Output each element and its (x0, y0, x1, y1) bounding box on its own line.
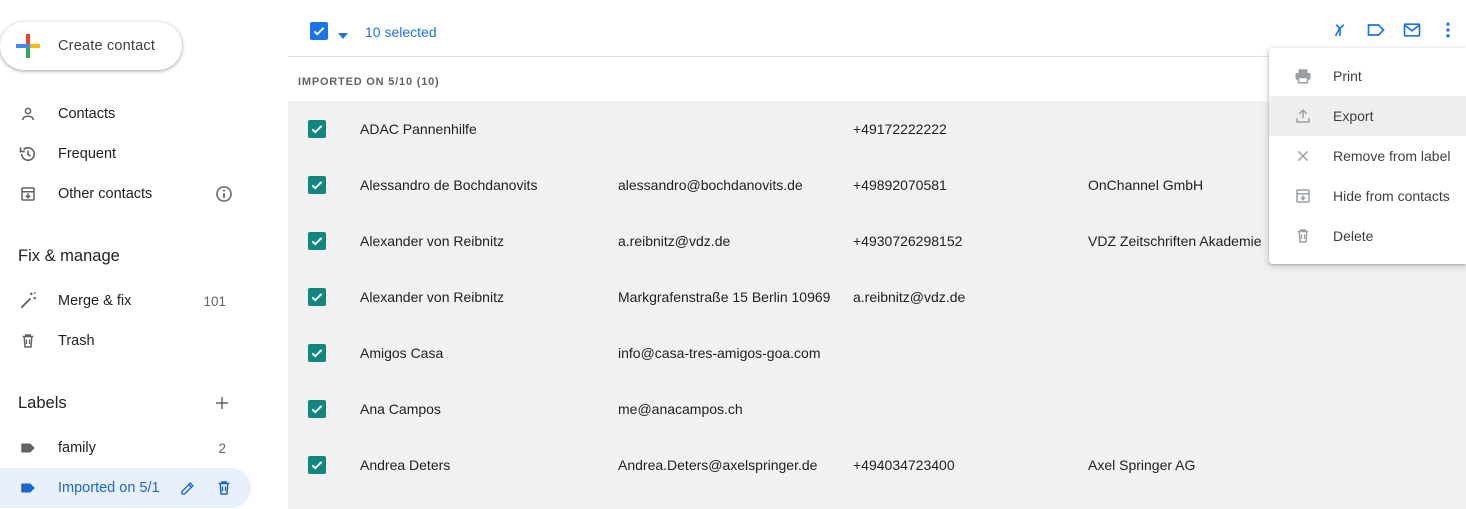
menu-item-label: Export (1333, 108, 1374, 124)
upload-icon (1293, 106, 1313, 126)
contact-company: VDZ Zeitschriften Akademie (1088, 233, 1262, 249)
nav-item-label: Frequent (58, 146, 117, 162)
menu-item-hide-from-contacts[interactable]: Hide from contacts (1269, 176, 1466, 216)
contact-email: alessandro@bochdanovits.de (618, 177, 803, 193)
row-checkbox[interactable] (308, 176, 326, 194)
add-label-button[interactable] (210, 391, 234, 415)
contact-company: OnChannel GmbH (1088, 177, 1204, 193)
magic-wand-icon (18, 291, 38, 311)
contact-name: Alexander von Reibnitz (360, 289, 504, 305)
contact-name: ADAC Pannenhilfe (360, 121, 477, 137)
label-count-badge: 2 (218, 440, 226, 456)
row-checkbox[interactable] (308, 400, 326, 418)
checkmark-icon (311, 237, 323, 246)
table-row[interactable]: Alexander von Reibnitz Markgrafenstraße … (288, 269, 1466, 325)
checkmark-icon (311, 181, 323, 190)
row-checkbox[interactable] (308, 288, 326, 306)
label-icon (18, 438, 38, 458)
history-icon (18, 144, 38, 164)
create-contact-label: Create contact (58, 38, 156, 54)
contact-phone: +494034723400 (853, 457, 955, 473)
checkmark-icon (311, 461, 323, 470)
label-item-imported[interactable]: Imported on 5/1 (0, 468, 251, 508)
print-icon (1293, 66, 1313, 86)
row-checkbox[interactable] (308, 344, 326, 362)
contact-name: Amigos Casa (360, 345, 444, 361)
labels-heading: Labels (18, 394, 67, 412)
label-item-family[interactable]: family 2 (0, 428, 250, 468)
group-heading: IMPORTED ON 5/10 (10) (298, 76, 440, 88)
edit-icon[interactable] (176, 476, 200, 500)
close-icon (1293, 146, 1313, 166)
row-checkbox[interactable] (308, 232, 326, 250)
checkmark-icon (311, 125, 323, 134)
checkmark-icon (313, 27, 325, 36)
sidebar: Create contact Contacts Frequent Other c… (0, 0, 288, 509)
contact-email: me@anacampos.ch (618, 401, 743, 417)
contact-name: Ana Campos (360, 401, 441, 417)
menu-item-label: Remove from label (1333, 148, 1451, 164)
label-item-name: family (58, 440, 96, 456)
nav-item-contacts[interactable]: Contacts (0, 94, 250, 134)
info-icon[interactable] (214, 184, 234, 204)
plus-icon (16, 34, 40, 58)
row-checkbox[interactable] (308, 120, 326, 138)
plus-icon (216, 397, 228, 409)
contact-company: Axel Springer AG (1088, 457, 1196, 473)
chevron-down-icon[interactable] (338, 27, 348, 39)
checkmark-icon (311, 349, 323, 358)
select-all-checkbox[interactable] (310, 22, 328, 40)
trash-icon (18, 331, 38, 351)
contact-email: a.reibnitz@vdz.de (853, 289, 966, 305)
more-actions-menu: Print Export Remove from label Hide from… (1269, 48, 1466, 264)
nav-item-merge-fix[interactable]: Merge & fix 101 (0, 281, 250, 321)
label-item-name: Imported on 5/1 (58, 480, 160, 496)
nav-item-frequent[interactable]: Frequent (0, 134, 250, 174)
person-icon (18, 104, 38, 124)
merge-icon[interactable] (1322, 18, 1358, 42)
contact-name: Andrea Deters (360, 457, 451, 473)
table-row[interactable]: Ana Campos me@anacampos.ch (288, 381, 1466, 437)
contact-address: Markgrafenstraße 15 Berlin 10969 (618, 289, 831, 305)
contact-name: Alessandro de Bochdanovits (360, 177, 538, 193)
contact-phone: +49892070581 (853, 177, 947, 193)
merge-count-badge: 101 (203, 293, 226, 309)
contact-phone: +4930726298152 (853, 233, 963, 249)
contact-email: Andrea.Deters@axelspringer.de (618, 457, 818, 473)
menu-item-remove-from-label[interactable]: Remove from label (1269, 136, 1466, 176)
nav-item-label: Other contacts (58, 186, 153, 202)
trash-icon[interactable] (212, 476, 236, 500)
menu-item-export[interactable]: Export (1269, 96, 1466, 136)
contact-email: info@casa-tres-amigos-goa.com (618, 345, 821, 361)
selected-count: 10 selected (365, 24, 437, 40)
email-icon[interactable] (1394, 18, 1430, 42)
nav-item-other-contacts[interactable]: Other contacts (0, 174, 250, 214)
more-vert-icon[interactable] (1430, 18, 1466, 42)
menu-item-label: Hide from contacts (1333, 188, 1450, 204)
nav-item-label: Merge & fix (58, 293, 132, 309)
toolbar-actions (1322, 18, 1466, 42)
menu-item-label: Delete (1333, 228, 1374, 244)
menu-item-print[interactable]: Print (1269, 56, 1466, 96)
menu-item-label: Print (1333, 68, 1362, 84)
contact-phone: +49172222222 (853, 121, 947, 137)
contact-name: Alexander von Reibnitz (360, 233, 504, 249)
archive-icon (18, 184, 38, 204)
nav-item-label: Contacts (58, 106, 116, 122)
label-icon[interactable] (1358, 18, 1394, 42)
contact-email: a.reibnitz@vdz.de (618, 233, 731, 249)
label-icon (18, 478, 38, 498)
menu-item-delete[interactable]: Delete (1269, 216, 1466, 256)
row-checkbox[interactable] (308, 456, 326, 474)
trash-icon (1293, 226, 1313, 246)
checkmark-icon (311, 405, 323, 414)
nav-item-trash[interactable]: Trash (0, 321, 250, 361)
table-row[interactable]: Amigos Casa info@casa-tres-amigos-goa.co… (288, 325, 1466, 381)
checkmark-icon (311, 293, 323, 302)
archive-icon (1293, 186, 1313, 206)
create-contact-button[interactable]: Create contact (0, 22, 182, 70)
fix-manage-heading: Fix & manage (18, 247, 120, 265)
table-row[interactable]: Andrea Deters Andrea.Deters@axelspringer… (288, 437, 1466, 493)
nav-item-label: Trash (58, 333, 95, 349)
